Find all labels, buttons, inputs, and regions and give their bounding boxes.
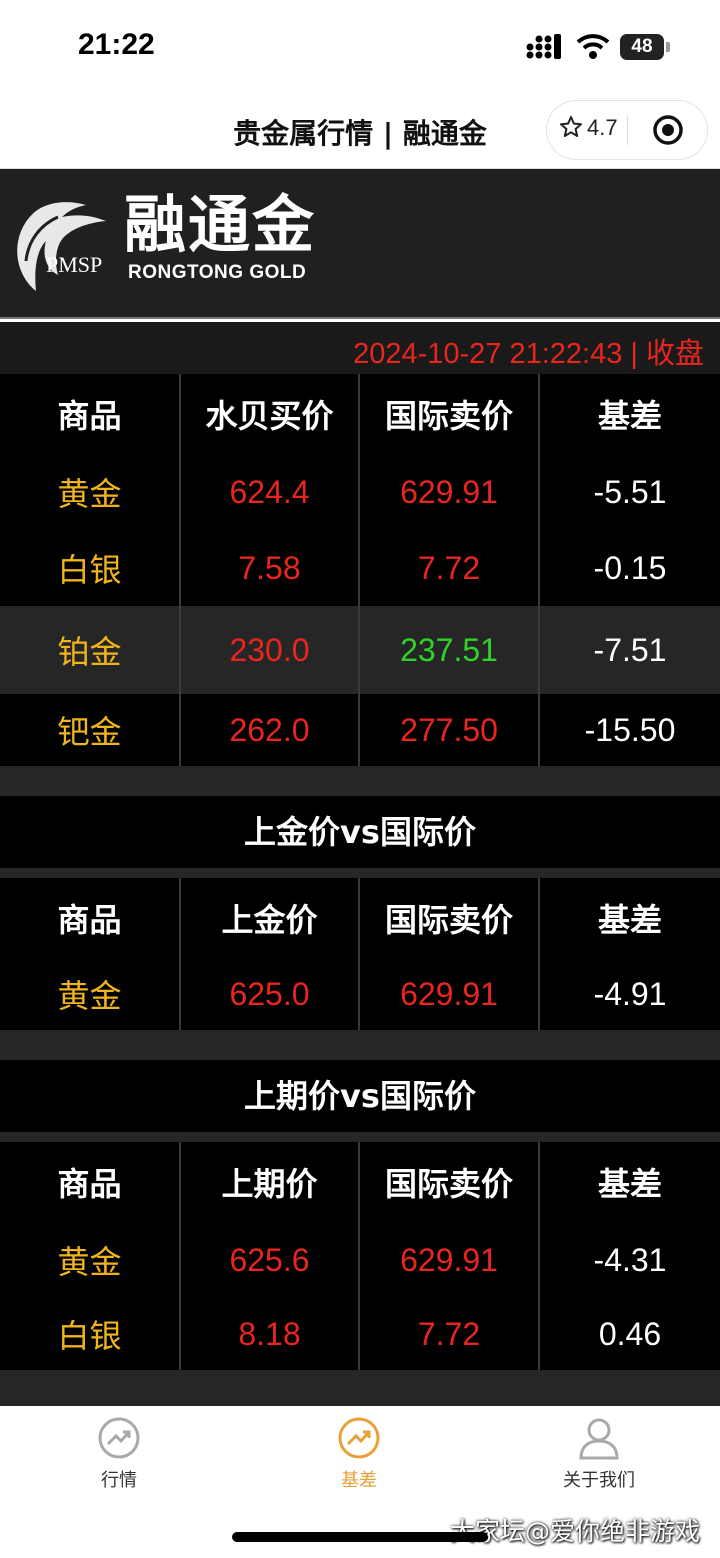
buy-price: 624.4 xyxy=(229,473,310,510)
table-row: 铂金 230.0 237.51 -7.51 xyxy=(0,610,720,690)
basis-value: -4.91 xyxy=(593,975,667,1012)
tab-label: 行情 xyxy=(101,1470,137,1491)
column-divider xyxy=(179,878,181,1030)
trend-chart-icon[interactable] xyxy=(337,1416,381,1460)
table-header-row: 商品 水贝买价 国际卖价 基差 xyxy=(0,374,720,454)
basis-value: -15.50 xyxy=(584,711,676,748)
table-header-row: 商品 上期价 国际卖价 基差 xyxy=(0,1142,720,1222)
intl-sell-price: 277.50 xyxy=(400,711,498,748)
commodity-name: 黄金 xyxy=(57,1243,122,1281)
table-row: 白银 8.18 7.72 0.46 xyxy=(0,1298,720,1370)
intl-sell-price: 7.72 xyxy=(417,1315,481,1352)
tab-label: 基差 xyxy=(341,1470,377,1491)
status-bar: 21:22 48 xyxy=(0,0,720,96)
table-row: 钯金 262.0 277.50 -15.50 xyxy=(0,694,720,766)
trend-chart-icon[interactable] xyxy=(97,1416,141,1460)
column-divider xyxy=(358,374,360,766)
status-time: 21:22 xyxy=(78,28,155,61)
column-divider xyxy=(538,878,540,1030)
column-divider xyxy=(179,1142,181,1370)
rating-value: 4.7 xyxy=(587,115,618,140)
header-cell: 国际卖价 xyxy=(384,397,513,435)
commodity-name: 黄金 xyxy=(57,475,122,513)
commodity-name: 铂金 xyxy=(57,633,122,671)
futures-price: 625.6 xyxy=(229,1241,310,1278)
table-header-row: 商品 上金价 国际卖价 基差 xyxy=(0,878,720,958)
buy-price: 7.58 xyxy=(238,549,301,586)
commodity-name: 黄金 xyxy=(57,977,122,1015)
logo-chinese-text: 融通金 xyxy=(124,188,317,261)
buy-price: 230.0 xyxy=(229,631,310,668)
column-divider xyxy=(179,374,181,766)
column-divider xyxy=(538,374,540,766)
basis-value: 0.46 xyxy=(598,1315,662,1352)
sge-price: 625.0 xyxy=(229,975,310,1012)
column-divider xyxy=(358,1142,360,1370)
tab-about-us[interactable]: 关于我们 xyxy=(509,1416,689,1492)
buy-price: 262.0 xyxy=(229,711,310,748)
capsule-divider xyxy=(627,115,628,145)
dragon-logo-icon xyxy=(17,202,106,291)
column-divider xyxy=(358,878,360,1030)
battery-cap xyxy=(666,42,670,52)
basis-value: -5.51 xyxy=(593,473,667,510)
cellular-signal-icon xyxy=(526,34,561,59)
table-row: 黄金 625.0 629.91 -4.91 xyxy=(0,958,720,1030)
logo-english-text: RONGTONG GOLD xyxy=(128,262,307,283)
commodity-name: 白银 xyxy=(57,1317,122,1355)
basis-value: -0.15 xyxy=(593,549,667,586)
intl-sell-price: 629.91 xyxy=(400,975,498,1012)
datetime-bar: 2024-10-27 21:22:43 | 收盘 xyxy=(0,322,720,374)
mini-program-capsule[interactable]: 4.7 xyxy=(546,100,708,160)
header-cell: 商品 xyxy=(57,901,122,939)
section-title: 上金价vs国际价 xyxy=(0,796,720,868)
watermark: 大家坛@爱你绝非游戏 xyxy=(450,1517,701,1546)
header-cell: 基差 xyxy=(597,1165,662,1203)
header-cell: 基差 xyxy=(597,901,662,939)
commodity-name: 白银 xyxy=(57,551,122,589)
header-cell: 国际卖价 xyxy=(384,901,513,939)
header-cell: 商品 xyxy=(57,1165,122,1203)
battery-level: 48 xyxy=(620,34,664,60)
header-cell: 上金价 xyxy=(221,901,318,939)
star-icon[interactable] xyxy=(559,115,583,139)
basis-value: -4.31 xyxy=(593,1241,667,1278)
header-cell: 水贝买价 xyxy=(205,397,334,435)
spot-price-table: 商品 水贝买价 国际卖价 基差 黄金 624.4 629.91 -5.51 白银… xyxy=(0,374,720,766)
tab-market[interactable]: 行情 xyxy=(29,1416,209,1492)
tab-label: 关于我们 xyxy=(563,1470,635,1491)
sge-vs-intl-table: 商品 上金价 国际卖价 基差 黄金 625.0 629.91 -4.91 xyxy=(0,878,720,1030)
intl-sell-price: 7.72 xyxy=(417,549,481,586)
nav-bar: 贵金属行情 | 融通金 4.7 xyxy=(0,96,720,169)
close-target-icon[interactable] xyxy=(651,113,685,147)
table-row: 黄金 624.4 629.91 -5.51 xyxy=(0,454,720,530)
header-cell: 国际卖价 xyxy=(384,1165,513,1203)
commodity-name: 钯金 xyxy=(57,713,122,751)
home-indicator[interactable] xyxy=(232,1532,488,1542)
logo-pmsp: PMSP xyxy=(46,252,103,277)
header-cell: 上期价 xyxy=(221,1165,318,1203)
datetime-status: 2024-10-27 21:22:43 | 收盘 xyxy=(353,338,704,370)
shfe-vs-intl-table: 商品 上期价 国际卖价 基差 黄金 625.6 629.91 -4.31 白银 … xyxy=(0,1142,720,1370)
header-cell: 基差 xyxy=(597,397,662,435)
header-cell: 商品 xyxy=(57,397,122,435)
futures-price: 8.18 xyxy=(238,1315,301,1352)
table-row: 黄金 625.6 629.91 -4.31 xyxy=(0,1222,720,1298)
intl-sell-price: 629.91 xyxy=(400,473,498,510)
wifi-icon xyxy=(576,34,610,59)
column-divider xyxy=(538,1142,540,1370)
intl-sell-price: 237.51 xyxy=(400,631,498,668)
table-row: 白银 7.58 7.72 -0.15 xyxy=(0,530,720,606)
quote-content: 2024-10-27 21:22:43 | 收盘 商品 水贝买价 国际卖价 基差… xyxy=(0,322,720,1406)
basis-value: -7.51 xyxy=(593,631,667,668)
brand-banner xyxy=(0,169,720,319)
section-title: 上期价vs国际价 xyxy=(0,1060,720,1132)
user-icon[interactable] xyxy=(577,1416,621,1460)
tab-basis[interactable]: 基差 xyxy=(269,1416,449,1492)
intl-sell-price: 629.91 xyxy=(400,1241,498,1278)
